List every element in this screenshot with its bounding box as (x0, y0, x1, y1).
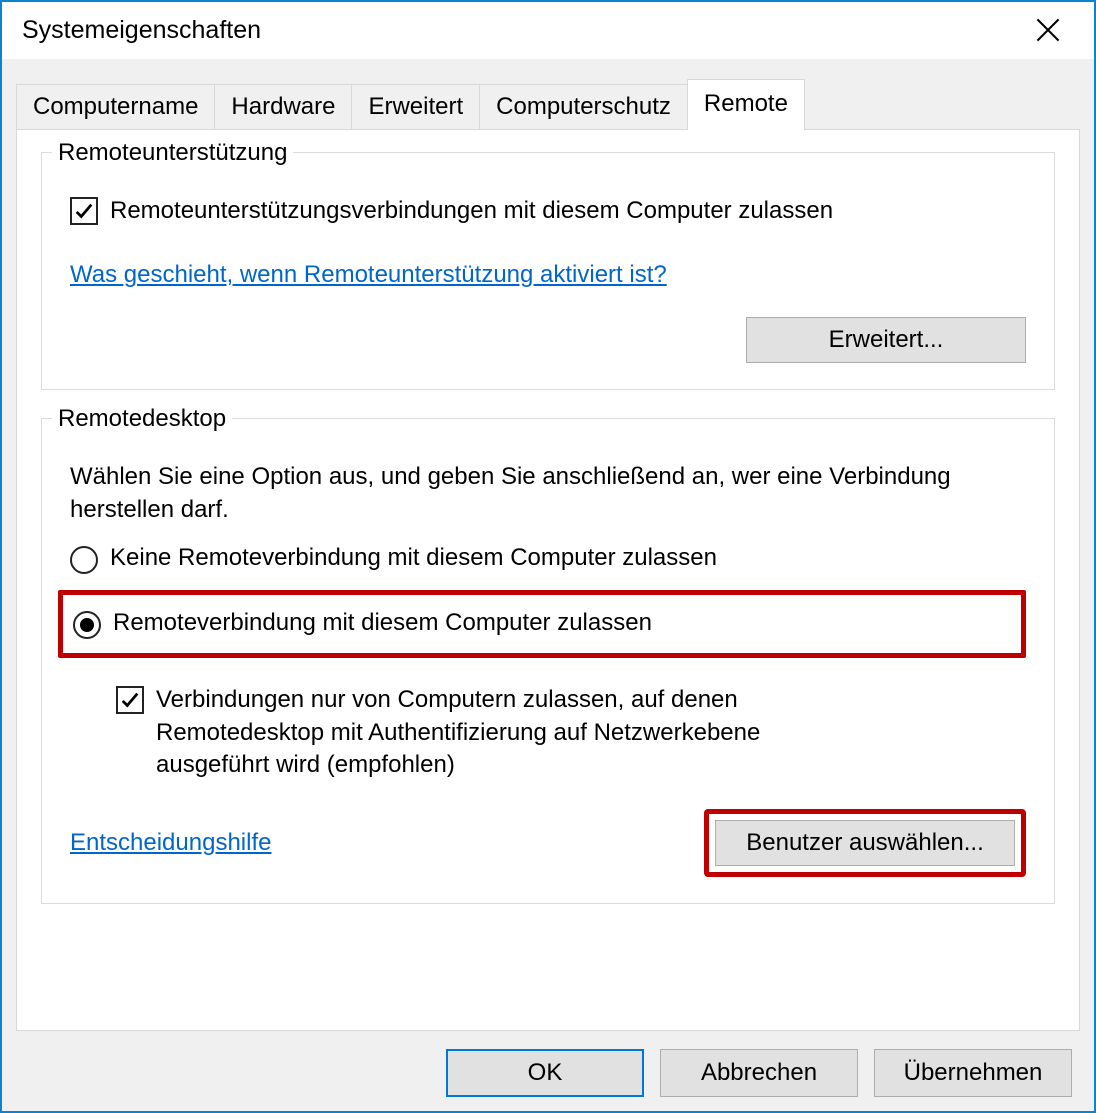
checkbox-nla[interactable] (116, 686, 144, 714)
groupbox-remote-assist: Remoteunterstützung Remoteunterstützungs… (41, 152, 1055, 390)
remote-desktop-intro: Wählen Sie eine Option aus, und geben Si… (70, 461, 1026, 526)
checkbox-allow-remote-assist-label: Remoteunterstützungsverbindungen mit die… (110, 195, 833, 227)
radio-allow-remote-label: Remoteverbindung mit diesem Computer zul… (113, 609, 652, 637)
button-remote-assist-advanced[interactable]: Erweitert... (746, 317, 1026, 363)
tab-computerschutz[interactable]: Computerschutz (479, 84, 688, 129)
radio-disallow-remote[interactable] (70, 546, 98, 574)
tab-erweitert[interactable]: Erweitert (351, 84, 480, 129)
tab-strip: Computername Hardware Erweitert Computer… (16, 79, 1080, 129)
dialog-footer: OK Abbrechen Übernehmen (16, 1031, 1080, 1097)
radio-row-disallow[interactable]: Keine Remoteverbindung mit diesem Comput… (70, 544, 1026, 574)
tab-computername[interactable]: Computername (16, 84, 215, 129)
system-properties-window: Systemeigenschaften Computername Hardwar… (0, 0, 1096, 1113)
close-icon[interactable] (1034, 17, 1062, 45)
button-cancel[interactable]: Abbrechen (660, 1049, 858, 1097)
radio-disallow-remote-label: Keine Remoteverbindung mit diesem Comput… (110, 544, 717, 572)
tab-hardware[interactable]: Hardware (214, 84, 352, 129)
checkbox-nla-label: Verbindungen nur von Computern zulassen,… (156, 684, 876, 781)
tab-panel-remote: Remoteunterstützung Remoteunterstützungs… (16, 129, 1080, 1031)
radio-allow-remote[interactable] (73, 611, 101, 639)
groupbox-legend-remote-assist: Remoteunterstützung (52, 139, 293, 167)
groupbox-remote-desktop: Remotedesktop Wählen Sie eine Option aus… (41, 418, 1055, 904)
link-remote-assist-help[interactable]: Was geschieht, wenn Remoteunterstützung … (70, 261, 667, 289)
highlight-select-users: Benutzer auswählen... (704, 809, 1026, 877)
link-decision-help[interactable]: Entscheidungshilfe (70, 829, 271, 857)
button-apply[interactable]: Übernehmen (874, 1049, 1072, 1097)
row-nla-checkbox[interactable]: Verbindungen nur von Computern zulassen,… (116, 684, 1026, 781)
highlight-allow-remote: Remoteverbindung mit diesem Computer zul… (58, 590, 1026, 658)
groupbox-legend-remote-desktop: Remotedesktop (52, 405, 232, 433)
button-ok[interactable]: OK (446, 1049, 644, 1097)
tab-remote[interactable]: Remote (687, 79, 805, 130)
radio-row-allow[interactable]: Remoteverbindung mit diesem Computer zul… (73, 609, 1011, 639)
checkbox-allow-remote-assist[interactable] (70, 197, 98, 225)
dialog-body: Computername Hardware Erweitert Computer… (2, 59, 1094, 1111)
window-title: Systemeigenschaften (22, 16, 261, 45)
titlebar: Systemeigenschaften (2, 2, 1094, 59)
button-select-users[interactable]: Benutzer auswählen... (715, 820, 1015, 866)
